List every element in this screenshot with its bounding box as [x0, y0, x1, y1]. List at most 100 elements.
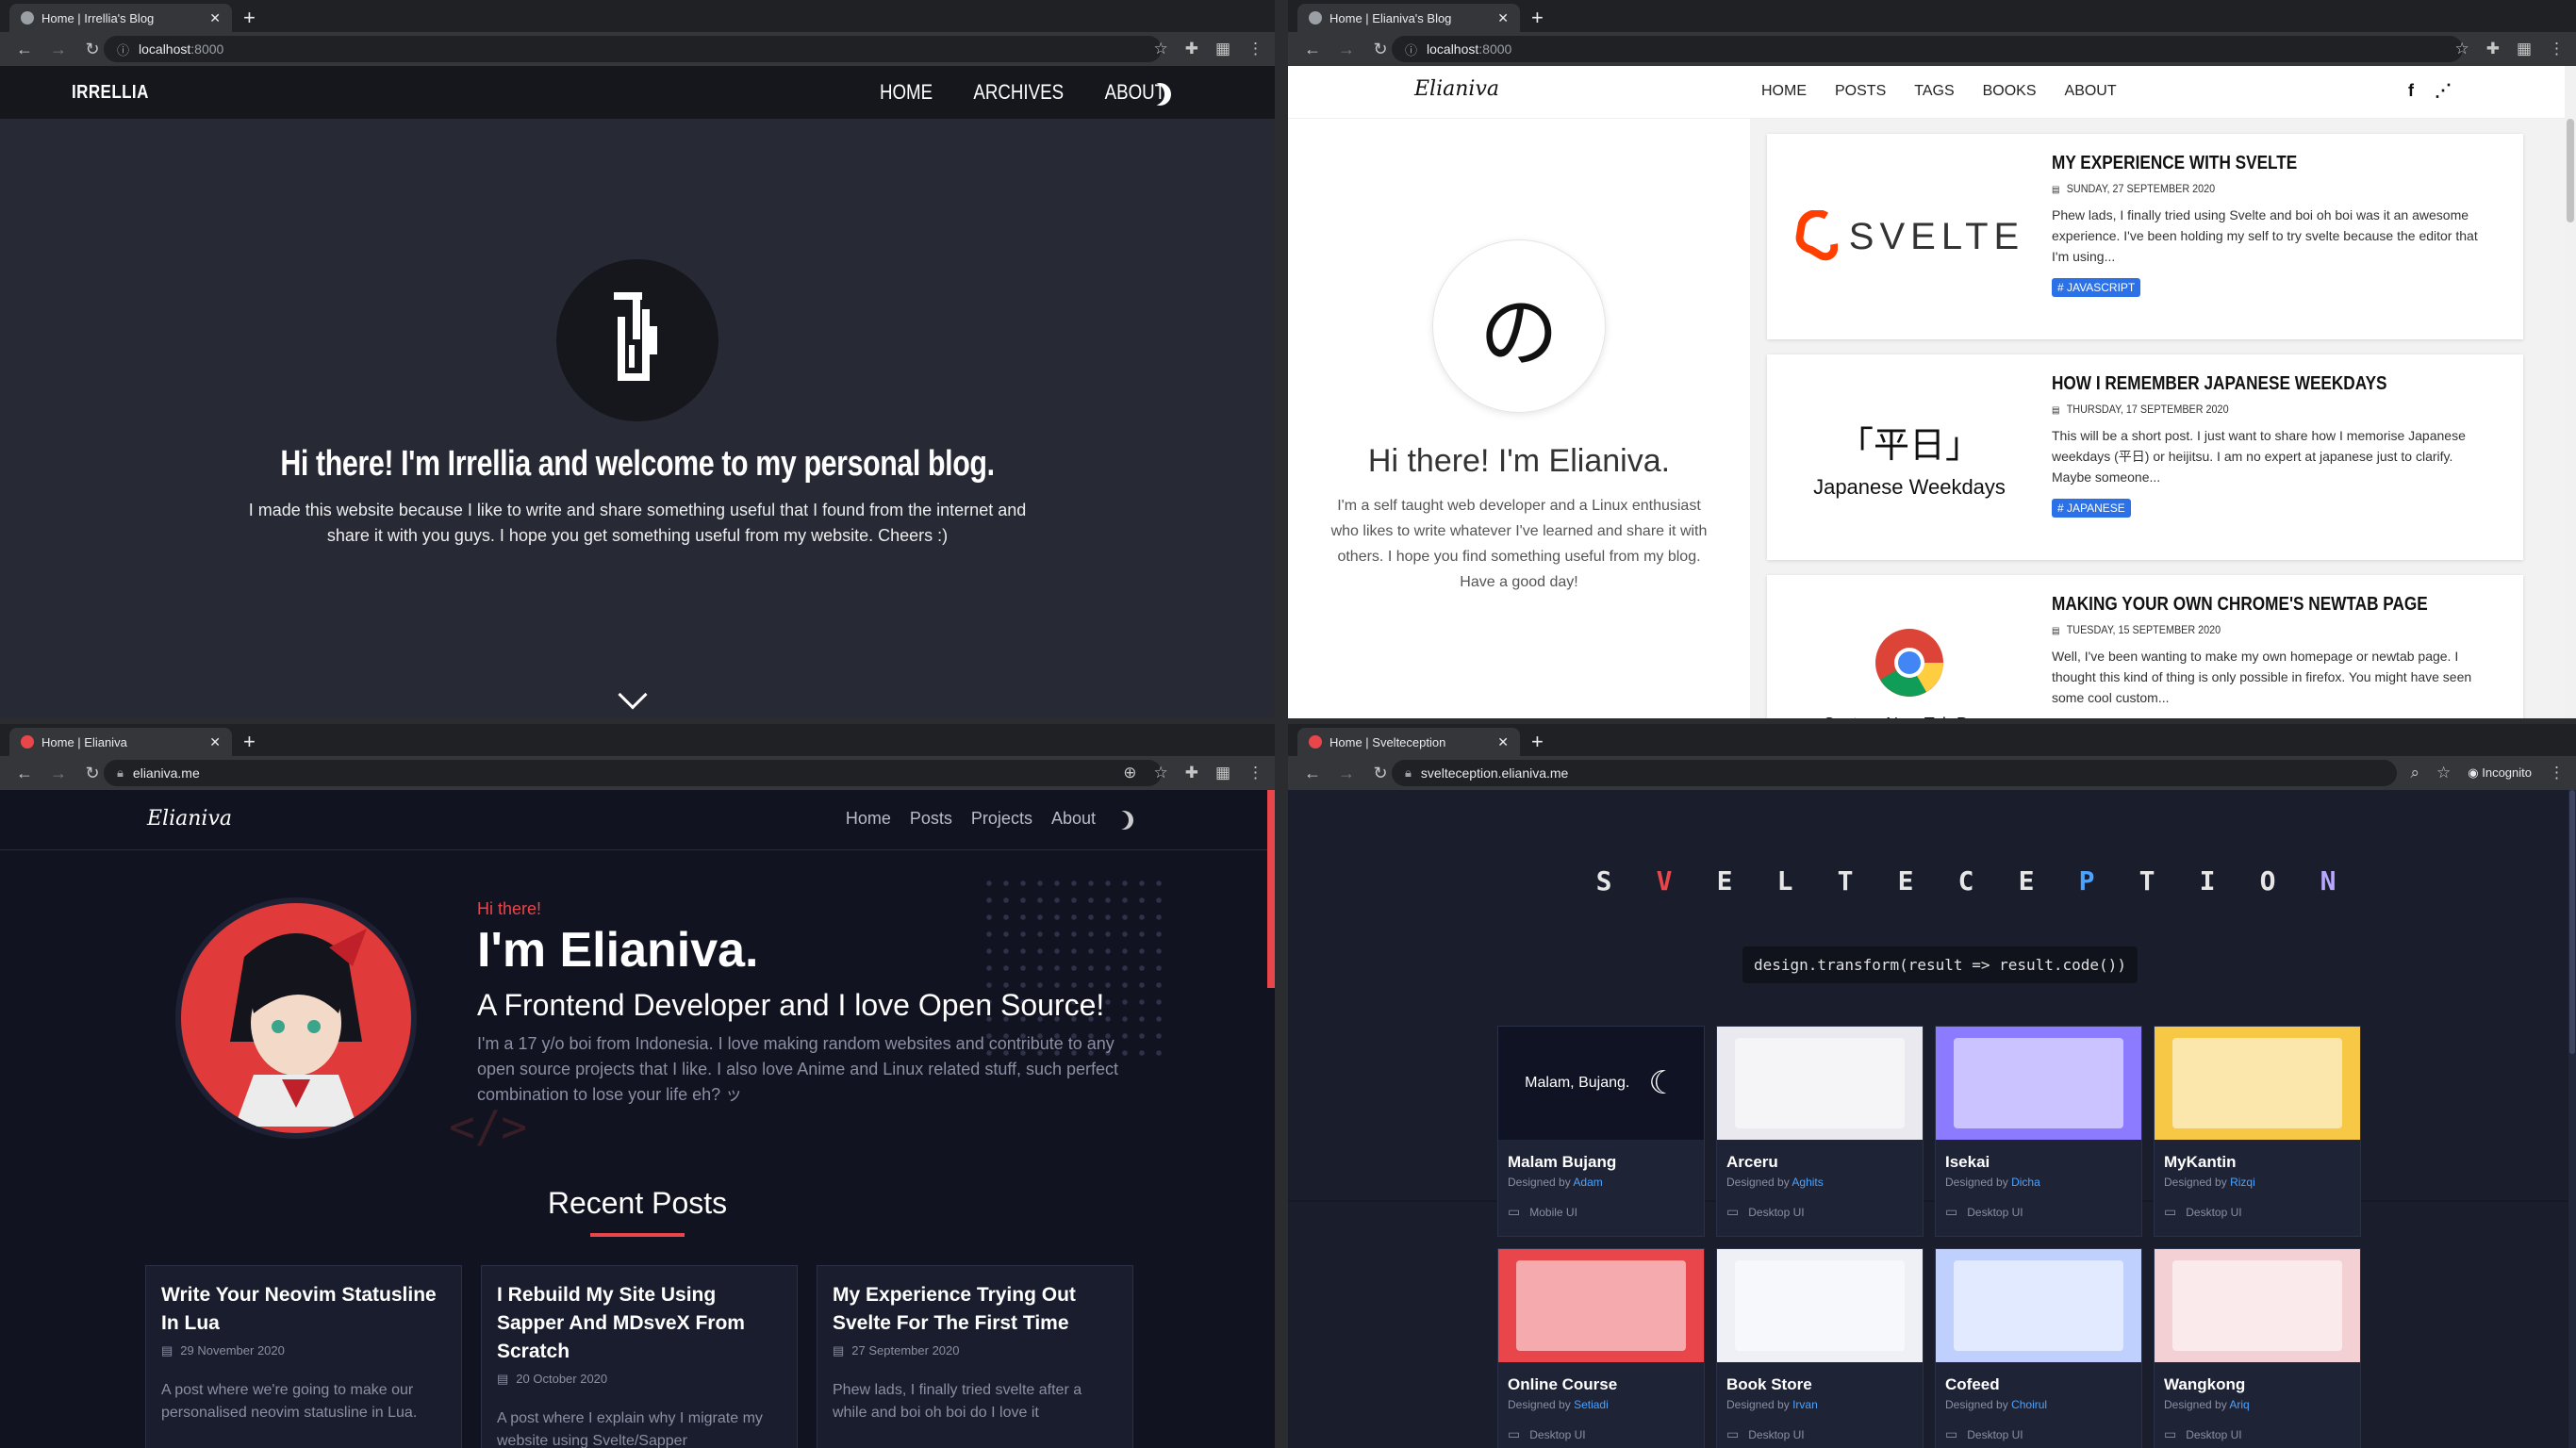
nav-archives[interactable]: ARCHIVES [973, 80, 1064, 105]
rss-icon[interactable]: ⋰ [2435, 81, 2452, 101]
new-tab-icon[interactable]: + [243, 6, 256, 30]
design-name[interactable]: Book Store [1717, 1362, 1923, 1394]
nav-posts[interactable]: Posts [910, 809, 952, 829]
post-card[interactable]: Custom New Tab Page MAKING YOUR OWN CHRO… [1767, 575, 2523, 724]
profile-icon[interactable]: ▦ [2517, 40, 2532, 58]
theme-toggle-moon-icon[interactable] [1115, 811, 1133, 830]
extensions-icon[interactable]: ✚ [2486, 40, 2500, 58]
post-card[interactable]: My Experience Trying Out Svelte For The … [817, 1265, 1133, 1448]
post-tag[interactable]: # JAPANESE [2052, 499, 2131, 518]
menu-icon[interactable]: ⋮ [1247, 40, 1263, 58]
design-card[interactable]: IsekaiDesigned by DichaDesktop UI [1935, 1026, 2142, 1237]
nav-home[interactable]: HOME [880, 80, 933, 105]
profile-icon[interactable]: ▦ [1215, 764, 1230, 782]
scroll-down-chevron-icon[interactable] [618, 680, 648, 710]
design-card[interactable]: ArceruDesigned by AghitsDesktop UI [1716, 1026, 1924, 1237]
design-preview[interactable] [1498, 1249, 1704, 1362]
post-card[interactable]: 「平日」 Japanese Weekdays HOW I REMEMBER JA… [1767, 354, 2523, 560]
design-preview[interactable] [1936, 1249, 2141, 1362]
nav-books[interactable]: BOOKS [1983, 83, 2037, 100]
design-author[interactable]: Rizqi [2230, 1176, 2255, 1189]
reload-icon[interactable]: ↻ [1371, 764, 1390, 783]
site-brand[interactable]: IRRELLIA [72, 82, 149, 104]
new-tab-icon[interactable]: + [1531, 6, 1544, 30]
post-card[interactable]: SVELTE MY EXPERIENCE WITH SVELTE SUNDAY,… [1767, 134, 2523, 339]
design-name[interactable]: Arceru [1717, 1140, 1923, 1172]
post-title[interactable]: My Experience Trying Out Svelte For The … [833, 1281, 1117, 1338]
scrollbar-accent[interactable] [1267, 790, 1275, 988]
design-preview[interactable] [1717, 1249, 1923, 1362]
new-tab-icon[interactable]: + [1531, 730, 1544, 754]
forward-icon[interactable]: → [1337, 764, 1356, 783]
bookmark-star-icon[interactable]: ☆ [2436, 764, 2451, 782]
back-icon[interactable]: ← [15, 40, 34, 59]
scrollbar-thumb[interactable] [2567, 119, 2574, 222]
design-author[interactable]: Choirul [2011, 1398, 2047, 1411]
close-tab-icon[interactable]: ✕ [1497, 734, 1509, 750]
address-bar[interactable]: ⓘ localhost:8000 [1392, 36, 2463, 62]
post-title[interactable]: Write Your Neovim Statusline In Lua [161, 1281, 446, 1338]
search-icon[interactable]: ⌕ [2410, 764, 2419, 782]
close-tab-icon[interactable]: ✕ [209, 734, 221, 750]
design-card[interactable]: Online CourseDesigned by SetiadiDesktop … [1497, 1248, 1705, 1448]
scrollbar-thumb[interactable] [2569, 790, 2575, 1054]
design-author[interactable]: Aghits [1792, 1176, 1823, 1189]
location-icon[interactable]: ⊕ [1123, 764, 1136, 782]
menu-icon[interactable]: ⋮ [2549, 764, 2565, 782]
nav-posts[interactable]: POSTS [1835, 83, 1886, 100]
reload-icon[interactable]: ↻ [83, 40, 102, 59]
nav-about[interactable]: About [1051, 809, 1096, 829]
scrollbar[interactable] [2565, 66, 2576, 724]
theme-toggle-moon-icon[interactable] [1148, 83, 1171, 106]
design-author[interactable]: Irvan [1792, 1398, 1818, 1411]
address-bar[interactable]: 🔒︎ svelteception.elianiva.me [1392, 760, 2397, 786]
profile-icon[interactable]: ▦ [1215, 40, 1230, 58]
site-brand[interactable]: Elianiva [1414, 77, 1499, 101]
back-icon[interactable]: ← [15, 764, 34, 783]
post-card[interactable]: I Rebuild My Site Using Sapper And MDsve… [481, 1265, 798, 1448]
design-name[interactable]: Isekai [1936, 1140, 2141, 1172]
post-title[interactable]: HOW I REMEMBER JAPANESE WEEKDAYS [2052, 373, 2441, 395]
address-bar[interactable]: 🔒︎ elianiva.me [104, 760, 1162, 786]
browser-tab[interactable]: Home | Irrellia's Blog ✕ [9, 4, 232, 32]
design-card[interactable]: MyKantinDesigned by RizqiDesktop UI [2154, 1026, 2361, 1237]
post-title[interactable]: MY EXPERIENCE WITH SVELTE [2052, 153, 2441, 174]
nav-home[interactable]: HOME [1761, 83, 1807, 100]
design-card[interactable]: CofeedDesigned by ChoirulDesktop UI [1935, 1248, 2142, 1448]
design-name[interactable]: Wangkong [2155, 1362, 2360, 1394]
nav-projects[interactable]: Projects [971, 809, 1032, 829]
nav-home[interactable]: Home [846, 809, 891, 829]
forward-icon[interactable]: → [1337, 40, 1356, 59]
address-bar[interactable]: ⓘ localhost:8000 [104, 36, 1162, 62]
bookmark-star-icon[interactable]: ☆ [2454, 40, 2469, 58]
close-tab-icon[interactable]: ✕ [209, 10, 221, 26]
forward-icon[interactable]: → [49, 40, 68, 59]
post-tag[interactable]: # JAVASCRIPT [2052, 278, 2141, 297]
extensions-icon[interactable]: ✚ [1185, 764, 1198, 782]
design-card[interactable]: Book StoreDesigned by IrvanDesktop UI [1716, 1248, 1924, 1448]
close-tab-icon[interactable]: ✕ [1497, 10, 1509, 26]
reload-icon[interactable]: ↻ [83, 764, 102, 783]
nav-about[interactable]: ABOUT [2065, 83, 2117, 100]
site-brand[interactable]: Elianiva [147, 807, 232, 831]
new-tab-icon[interactable]: + [243, 730, 256, 754]
design-preview[interactable] [1717, 1027, 1923, 1140]
design-preview[interactable]: Malam, Bujang. ☾ [1498, 1027, 1704, 1140]
design-preview[interactable] [2155, 1249, 2360, 1362]
browser-tab[interactable]: Home | Elianiva ✕ [9, 728, 232, 756]
extensions-icon[interactable]: ✚ [1185, 40, 1198, 58]
design-name[interactable]: MyKantin [2155, 1140, 2360, 1172]
back-icon[interactable]: ← [1303, 764, 1322, 783]
design-card[interactable]: Malam, Bujang. ☾ Malam Bujang Designed by A… [1497, 1026, 1705, 1237]
back-icon[interactable]: ← [1303, 40, 1322, 59]
design-card[interactable]: WangkongDesigned by AriqDesktop UI [2154, 1248, 2361, 1448]
post-card[interactable]: Write Your Neovim Statusline In Lua 29 N… [145, 1265, 462, 1448]
bookmark-star-icon[interactable]: ☆ [1153, 764, 1167, 782]
incognito-badge[interactable]: ◉ Incognito [2468, 765, 2532, 781]
facebook-icon[interactable]: f [2408, 81, 2414, 101]
design-author[interactable]: Dicha [2011, 1176, 2040, 1189]
reload-icon[interactable]: ↻ [1371, 40, 1390, 59]
menu-icon[interactable]: ⋮ [2549, 40, 2565, 58]
design-name[interactable]: Cofeed [1936, 1362, 2141, 1394]
design-preview[interactable] [1936, 1027, 2141, 1140]
